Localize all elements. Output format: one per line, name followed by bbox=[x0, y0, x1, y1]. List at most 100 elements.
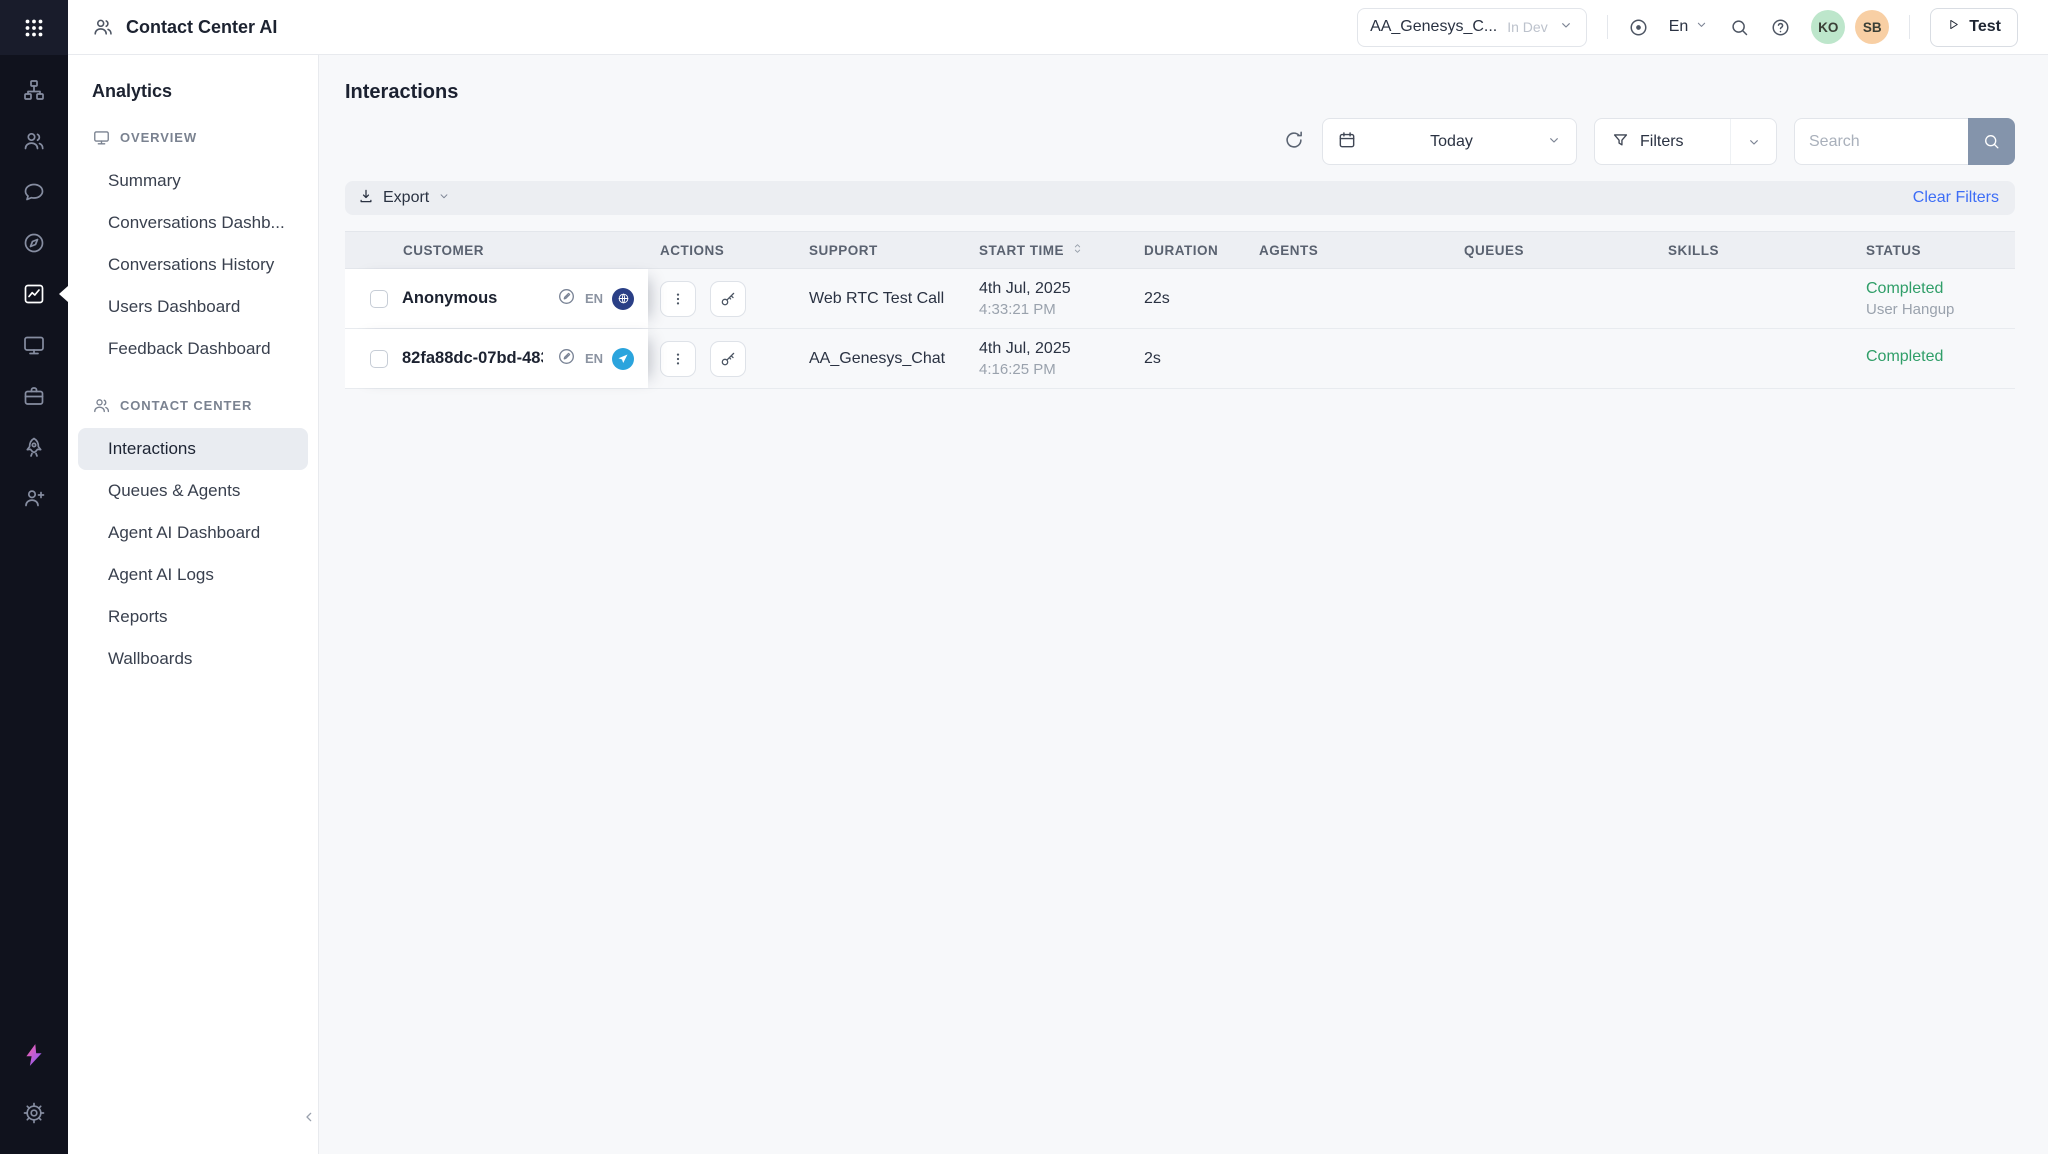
status-detail: User Hangup bbox=[1866, 301, 1954, 318]
agents-cell bbox=[1247, 269, 1452, 328]
bot-env-badge: In Dev bbox=[1507, 19, 1547, 35]
target-icon[interactable] bbox=[1628, 17, 1649, 38]
status-badge: Completed bbox=[1866, 280, 1943, 298]
export-button[interactable]: Export bbox=[357, 187, 451, 210]
sidebar-section-contact-center: CONTACT CENTER bbox=[92, 392, 308, 418]
briefcase-icon[interactable] bbox=[0, 371, 68, 421]
row-menu-button[interactable] bbox=[660, 281, 696, 317]
chevron-down-icon bbox=[1730, 119, 1776, 164]
channel-chat-icon bbox=[612, 348, 634, 370]
row-checkbox[interactable] bbox=[370, 350, 388, 368]
sidebar-item-reports[interactable]: Reports bbox=[78, 596, 308, 638]
refresh-icon[interactable] bbox=[1283, 129, 1305, 154]
filters-button[interactable]: Filters bbox=[1594, 118, 1777, 165]
customer-meta: EN bbox=[557, 347, 634, 371]
table-row[interactable]: 82fa88dc-07bd-483d-9... EN bbox=[345, 329, 2015, 389]
search-input[interactable] bbox=[1794, 118, 1968, 165]
sidebar-item-agent-ai-logs[interactable]: Agent AI Logs bbox=[78, 554, 308, 596]
search-submit-button[interactable] bbox=[1968, 118, 2015, 165]
sidebar-item-queues-agents[interactable]: Queues & Agents bbox=[78, 470, 308, 512]
user-plus-icon[interactable] bbox=[0, 473, 68, 523]
sort-icon[interactable] bbox=[1071, 242, 1084, 258]
start-time: 4:33:21 PM bbox=[979, 301, 1056, 318]
download-icon bbox=[357, 187, 375, 210]
sidebar: Analytics OVERVIEW Summary Conversations… bbox=[68, 55, 319, 1154]
col-actions: ACTIONS bbox=[648, 232, 797, 268]
sidebar-item-conversations-dashboard[interactable]: Conversations Dashb... bbox=[78, 202, 308, 244]
test-button-label: Test bbox=[1969, 18, 2001, 36]
rail-nav bbox=[0, 65, 68, 523]
edit-icon[interactable] bbox=[557, 347, 576, 371]
page-head: Interactions Today Filters bbox=[345, 55, 2015, 165]
start-date: 4th Jul, 2025 bbox=[979, 340, 1071, 358]
actions-cell bbox=[648, 269, 797, 328]
queues-cell bbox=[1452, 269, 1656, 328]
sidebar-item-agent-ai-dashboard[interactable]: Agent AI Dashboard bbox=[78, 512, 308, 554]
flows-icon[interactable] bbox=[0, 65, 68, 115]
start-time-cell: 4th Jul, 2025 4:16:25 PM bbox=[967, 329, 1132, 388]
status-badge: Completed bbox=[1866, 348, 1943, 366]
page-title: Interactions bbox=[345, 81, 458, 104]
users-icon[interactable] bbox=[0, 116, 68, 166]
test-button[interactable]: Test bbox=[1930, 8, 2018, 47]
topbar-left: Contact Center AI bbox=[92, 16, 277, 38]
clear-filters-link[interactable]: Clear Filters bbox=[1913, 189, 1999, 207]
monitor-icon[interactable] bbox=[0, 320, 68, 370]
bot-selector[interactable]: AA_Genesys_C... In Dev bbox=[1357, 8, 1587, 47]
language-tag: EN bbox=[585, 351, 603, 366]
date-range-select[interactable]: Today bbox=[1322, 118, 1577, 165]
row-checkbox[interactable] bbox=[370, 290, 388, 308]
support-cell: Web RTC Test Call bbox=[797, 269, 967, 328]
col-customer: CUSTOMER bbox=[345, 232, 648, 268]
app-title: Contact Center AI bbox=[126, 17, 277, 38]
channel-call-icon bbox=[612, 288, 634, 310]
sidebar-collapse-button[interactable] bbox=[298, 1106, 320, 1128]
chevron-down-icon bbox=[1546, 132, 1562, 151]
row-key-button[interactable] bbox=[710, 341, 746, 377]
customer-cell: Anonymous EN bbox=[345, 269, 648, 328]
contact-center-icon bbox=[92, 16, 114, 38]
rocket-icon[interactable] bbox=[0, 422, 68, 472]
queues-cell bbox=[1452, 329, 1656, 388]
table-header: CUSTOMER ACTIONS SUPPORT START TIME DURA… bbox=[345, 231, 2015, 269]
support-cell: AA_Genesys_Chat bbox=[797, 329, 967, 388]
row-menu-button[interactable] bbox=[660, 341, 696, 377]
chat-icon[interactable] bbox=[0, 167, 68, 217]
app-root: Contact Center AI AA_Genesys_C... In Dev… bbox=[0, 0, 2048, 1154]
export-label: Export bbox=[383, 189, 429, 207]
table-row[interactable]: Anonymous EN bbox=[345, 269, 2015, 329]
overview-icon bbox=[92, 128, 111, 147]
play-icon bbox=[1947, 18, 1960, 36]
sidebar-title: Analytics bbox=[92, 81, 308, 102]
sidebar-item-interactions[interactable]: Interactions bbox=[78, 428, 308, 470]
search-icon[interactable] bbox=[1729, 17, 1750, 38]
sidebar-item-summary[interactable]: Summary bbox=[78, 160, 308, 202]
section-label: CONTACT CENTER bbox=[120, 398, 252, 413]
app-launcher-icon[interactable] bbox=[0, 0, 68, 55]
row-key-button[interactable] bbox=[710, 281, 746, 317]
col-queues: QUEUES bbox=[1452, 232, 1656, 268]
sidebar-section-overview: OVERVIEW bbox=[92, 124, 308, 150]
customer-name: Anonymous bbox=[402, 289, 543, 308]
sidebar-item-feedback-dashboard[interactable]: Feedback Dashboard bbox=[78, 328, 308, 370]
topbar-right: AA_Genesys_C... In Dev En KO SB bbox=[1357, 8, 2018, 47]
avatar[interactable]: SB bbox=[1855, 10, 1889, 44]
analytics-icon[interactable] bbox=[0, 269, 68, 319]
avatar[interactable]: KO bbox=[1811, 10, 1845, 44]
col-support: SUPPORT bbox=[797, 232, 967, 268]
edit-icon[interactable] bbox=[557, 287, 576, 311]
status-cell: Completed bbox=[1854, 329, 2015, 388]
help-icon[interactable] bbox=[1770, 17, 1791, 38]
automation-bolt-icon[interactable] bbox=[0, 1030, 68, 1080]
export-band: Export Clear Filters bbox=[345, 181, 2015, 215]
sidebar-item-users-dashboard[interactable]: Users Dashboard bbox=[78, 286, 308, 328]
col-start-time[interactable]: START TIME bbox=[967, 232, 1132, 268]
duration-cell: 22s bbox=[1132, 269, 1247, 328]
date-range-value: Today bbox=[1357, 133, 1546, 151]
sidebar-item-wallboards[interactable]: Wallboards bbox=[78, 638, 308, 680]
language-selector[interactable]: En bbox=[1669, 17, 1710, 37]
dashboard-icon[interactable] bbox=[0, 218, 68, 268]
settings-gear-icon[interactable] bbox=[0, 1088, 68, 1138]
sidebar-item-conversations-history[interactable]: Conversations History bbox=[78, 244, 308, 286]
language-tag: EN bbox=[585, 291, 603, 306]
